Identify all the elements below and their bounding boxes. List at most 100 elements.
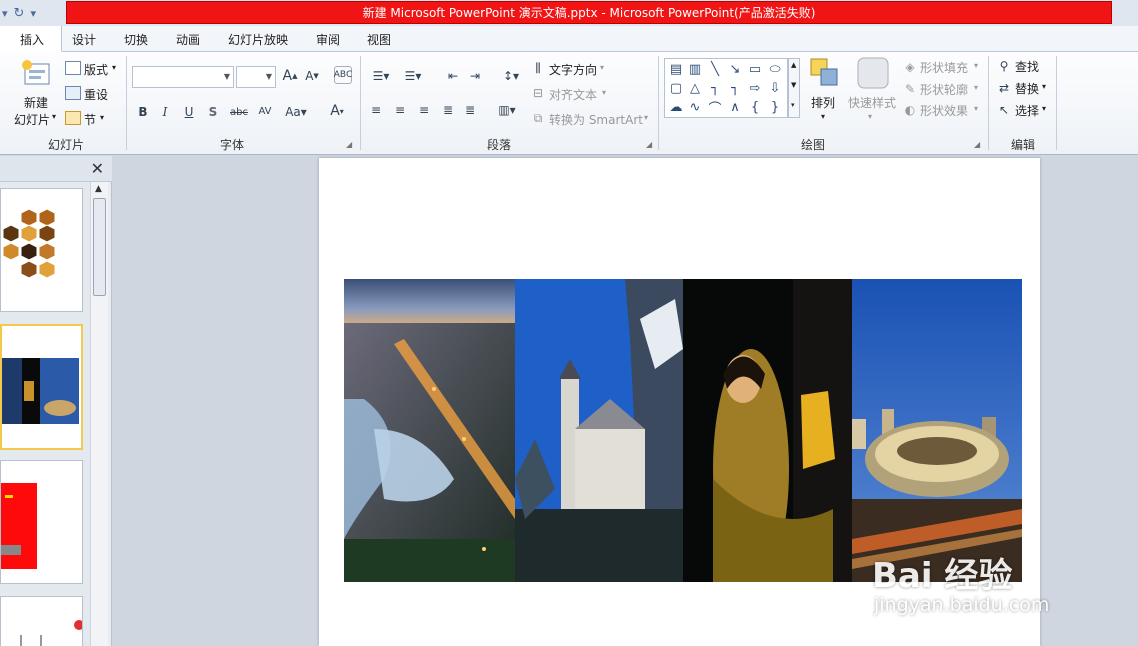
- rectangle-shape-icon[interactable]: ▭: [746, 60, 764, 78]
- new-slide-dropdown-icon[interactable]: ▾: [52, 112, 56, 121]
- justify-icon[interactable]: ≣: [440, 102, 456, 118]
- numbering-icon[interactable]: ☰▾: [400, 68, 426, 84]
- layout-button[interactable]: 版式: [84, 61, 108, 78]
- arrange-icon[interactable]: [808, 56, 840, 90]
- chevron-down-icon[interactable]: ▼: [224, 72, 230, 81]
- arc-shape-icon[interactable]: ∧: [726, 98, 744, 116]
- shadow-icon[interactable]: S: [206, 104, 220, 120]
- smartart-dropdown-icon[interactable]: ▾: [644, 113, 648, 122]
- shape-effects-button[interactable]: 形状效果: [920, 102, 968, 119]
- scrollbar-thumb[interactable]: [93, 198, 106, 296]
- section-button[interactable]: 节: [84, 111, 96, 128]
- left-brace-shape-icon[interactable]: {: [746, 98, 764, 116]
- chevron-down-icon[interactable]: ▼: [791, 81, 796, 89]
- slide-thumbnail-3[interactable]: [0, 460, 83, 584]
- shape-fill-button[interactable]: 形状填充: [920, 59, 968, 76]
- new-slide-button[interactable]: [12, 58, 60, 90]
- font-name-combo[interactable]: ▼: [132, 66, 234, 88]
- convert-smartart-button[interactable]: 转换为 SmartArt: [549, 111, 643, 128]
- tab-view[interactable]: 视图: [367, 31, 391, 48]
- columns-icon[interactable]: ▥▾: [494, 102, 520, 118]
- arrange-dropdown-icon[interactable]: ▾: [821, 112, 825, 121]
- select-button[interactable]: 选择: [1015, 102, 1039, 119]
- tab-insert[interactable]: 插入: [20, 31, 44, 48]
- more-icon[interactable]: ▾: [791, 101, 795, 109]
- text-direction-dropdown-icon[interactable]: ▾: [600, 63, 604, 72]
- replace-button[interactable]: 替换: [1015, 80, 1039, 97]
- arrow-line-shape-icon[interactable]: ↘: [726, 60, 744, 78]
- down-arrow-shape-icon[interactable]: ⇩: [766, 79, 784, 97]
- italic-icon[interactable]: I: [158, 104, 172, 120]
- slide-thumbnail-1[interactable]: [0, 188, 83, 312]
- chevron-up-icon[interactable]: ▲: [95, 184, 102, 194]
- tab-animations[interactable]: 动画: [176, 31, 200, 48]
- photo-stadium-night[interactable]: [852, 279, 1022, 582]
- layout-dropdown-icon[interactable]: ▾: [112, 63, 116, 72]
- distributed-icon[interactable]: ≣: [462, 102, 478, 118]
- drawing-dialog-launcher-icon[interactable]: ◢: [974, 140, 980, 149]
- quick-styles-button[interactable]: 快速样式: [848, 94, 896, 111]
- textbox-shape-icon[interactable]: ▤: [667, 60, 685, 78]
- char-spacing-icon[interactable]: AV: [254, 102, 276, 120]
- tab-slideshow[interactable]: 幻灯片放映: [228, 31, 288, 48]
- chevron-down-icon[interactable]: ▼: [266, 72, 272, 81]
- shape-effects-dropdown-icon[interactable]: ▾: [974, 104, 978, 113]
- shape-fill-dropdown-icon[interactable]: ▾: [974, 61, 978, 70]
- vertical-textbox-shape-icon[interactable]: ▥: [686, 60, 704, 78]
- decrease-indent-icon[interactable]: ⇤: [444, 68, 462, 84]
- find-button[interactable]: 查找: [1015, 58, 1039, 75]
- arrange-button[interactable]: 排列: [811, 94, 835, 111]
- tab-transitions[interactable]: 切换: [124, 31, 148, 48]
- tab-design[interactable]: 设计: [72, 31, 96, 48]
- freeform-shape-icon[interactable]: ∿: [686, 98, 704, 116]
- clear-format-icon[interactable]: ABC: [334, 66, 352, 84]
- reset-button[interactable]: 重设: [84, 86, 108, 103]
- elbow-arrow-shape-icon[interactable]: ┐: [726, 79, 744, 97]
- customize-qat-icon[interactable]: ▾: [30, 7, 36, 20]
- shape-outline-button[interactable]: 形状轮廓: [920, 81, 968, 98]
- bullets-icon[interactable]: ☰▾: [368, 68, 394, 84]
- change-case-icon[interactable]: Aa▾: [284, 104, 308, 120]
- strikethrough-icon[interactable]: abc: [228, 104, 250, 120]
- align-right-icon[interactable]: ≡: [416, 102, 432, 118]
- redo-icon[interactable]: ↻: [14, 6, 25, 21]
- paragraph-dialog-launcher-icon[interactable]: ◢: [646, 140, 652, 149]
- rounded-rect-shape-icon[interactable]: ▢: [667, 79, 685, 97]
- cloud-shape-icon[interactable]: ☁: [667, 98, 685, 116]
- quick-styles-icon[interactable]: [856, 56, 890, 90]
- oval-shape-icon[interactable]: ⬭: [766, 60, 784, 78]
- font-dialog-launcher-icon[interactable]: ◢: [346, 140, 352, 149]
- grow-font-icon[interactable]: A ▲: [282, 68, 298, 84]
- elbow-connector-shape-icon[interactable]: ┐: [706, 79, 724, 97]
- right-arrow-shape-icon[interactable]: ⇨: [746, 79, 764, 97]
- tab-review[interactable]: 审阅: [316, 31, 340, 48]
- close-icon[interactable]: ✕: [91, 159, 104, 178]
- line-spacing-icon[interactable]: ↕▾: [498, 68, 524, 84]
- slide-thumbnail-2[interactable]: [0, 324, 83, 450]
- shapes-gallery-scroll[interactable]: ▲ ▼ ▾: [788, 58, 800, 118]
- text-direction-button[interactable]: 文字方向: [549, 61, 597, 78]
- photo-castle[interactable]: [515, 279, 683, 582]
- shape-outline-dropdown-icon[interactable]: ▾: [974, 83, 978, 92]
- new-slide-label-2[interactable]: 幻灯片: [14, 111, 50, 128]
- curve-shape-icon[interactable]: ⌒: [706, 98, 724, 117]
- triangle-shape-icon[interactable]: △: [686, 79, 704, 97]
- replace-dropdown-icon[interactable]: ▾: [1042, 82, 1046, 91]
- select-dropdown-icon[interactable]: ▾: [1042, 104, 1046, 113]
- increase-indent-icon[interactable]: ⇥: [466, 68, 484, 84]
- font-size-combo[interactable]: ▼: [236, 66, 276, 88]
- section-dropdown-icon[interactable]: ▾: [100, 113, 104, 122]
- photo-city-aerial[interactable]: [344, 279, 515, 582]
- underline-icon[interactable]: U: [182, 104, 196, 120]
- slide-thumbnail-4[interactable]: [0, 596, 83, 646]
- align-left-icon[interactable]: ≡: [368, 102, 384, 118]
- chevron-up-icon[interactable]: ▲: [791, 61, 796, 69]
- align-text-dropdown-icon[interactable]: ▾: [602, 88, 606, 97]
- font-color-icon[interactable]: A ▾: [326, 102, 348, 120]
- right-brace-shape-icon[interactable]: }: [766, 98, 784, 116]
- line-shape-icon[interactable]: ╲: [706, 60, 724, 78]
- dropdown-icon[interactable]: ▾: [2, 7, 8, 20]
- quick-styles-dropdown-icon[interactable]: ▾: [868, 112, 872, 121]
- thumbnails-scrollbar[interactable]: ▲: [90, 182, 108, 646]
- shrink-font-icon[interactable]: A ▼: [304, 68, 320, 84]
